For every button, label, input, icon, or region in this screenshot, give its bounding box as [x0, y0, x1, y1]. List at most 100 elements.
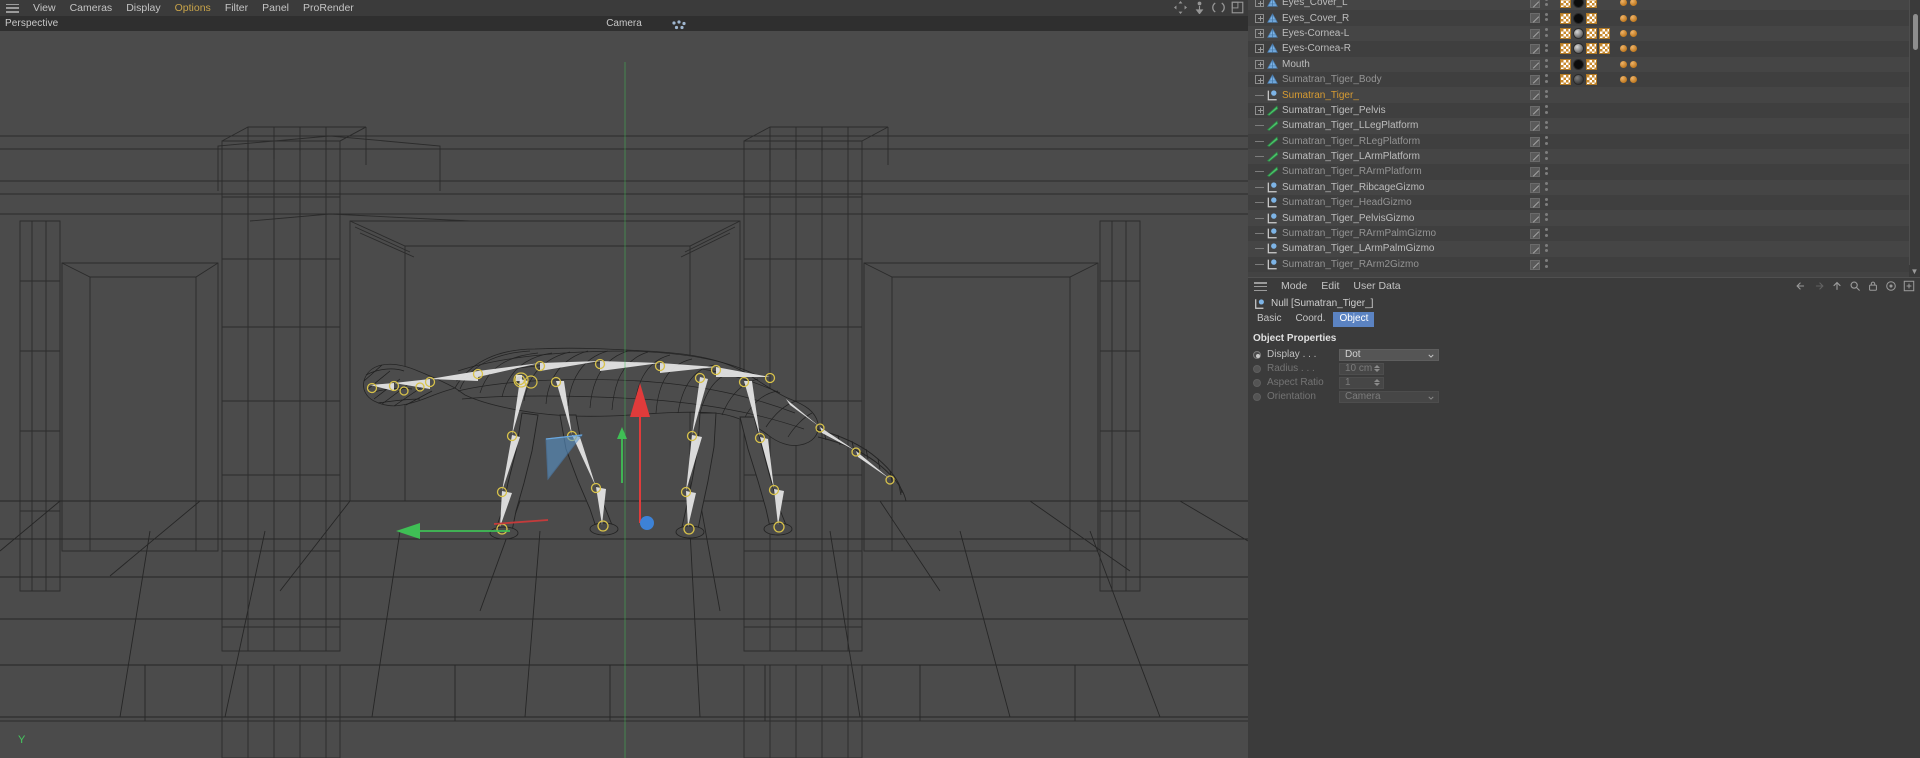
object-row[interactable]: Sumatran_Tiger_LArmPalmGizmo	[1248, 241, 1920, 257]
object-row[interactable]: Sumatran_Tiger_RArm2Gizmo	[1248, 256, 1920, 273]
object-enable-checkbox[interactable]	[1530, 13, 1540, 24]
object-enable-checkbox[interactable]	[1530, 121, 1540, 132]
object-manager-scroll-down-arrow[interactable]: ▼	[1909, 265, 1920, 277]
material-tag-icon[interactable]	[1573, 0, 1584, 9]
am-menu-user-data[interactable]: User Data	[1346, 278, 1407, 295]
selection-tag-icon[interactable]	[1630, 76, 1637, 84]
visibility-dots[interactable]	[1545, 243, 1548, 253]
object-row[interactable]: Eyes_Cover_L	[1248, 0, 1920, 11]
menu-item-display[interactable]: Display	[119, 0, 167, 16]
visibility-dots[interactable]	[1545, 136, 1548, 145]
object-row[interactable]: Eyes-Cornea-R	[1248, 41, 1920, 57]
expander-toggle[interactable]	[1250, 26, 1264, 41]
object-row[interactable]: Sumatran_Tiger_	[1248, 87, 1920, 103]
object-row[interactable]: Sumatran_Tiger_RArmPlatform	[1248, 164, 1920, 180]
display-animate-dot[interactable]	[1253, 350, 1261, 359]
object-row[interactable]: Mouth	[1248, 56, 1920, 72]
visibility-dots[interactable]	[1545, 151, 1548, 160]
am-menu-edit[interactable]: Edit	[1314, 278, 1346, 295]
aspect-ratio-input[interactable]: 1	[1339, 376, 1384, 389]
texture-tag-icon[interactable]	[1560, 58, 1571, 70]
object-row[interactable]: Eyes_Cover_R	[1248, 10, 1920, 26]
object-manager[interactable]: Eyes_Cover_L Eyes_Cover_R Eyes-Cornea-L Eye…	[1248, 0, 1920, 277]
material-tag-icon[interactable]	[1573, 27, 1584, 39]
object-enable-checkbox[interactable]	[1530, 74, 1540, 85]
texture-tag-icon[interactable]	[1586, 0, 1597, 9]
object-manager-scroll-thumb[interactable]	[1913, 14, 1918, 50]
selection-tag-icon[interactable]	[1630, 29, 1637, 37]
visibility-dots[interactable]	[1545, 182, 1548, 191]
selection-tag-icon[interactable]	[1620, 60, 1627, 68]
back-arrow-icon[interactable]	[1795, 280, 1807, 292]
object-row[interactable]: Sumatran_Tiger_LLegPlatform	[1248, 118, 1920, 134]
material-tag-icon[interactable]	[1573, 12, 1584, 24]
target-icon[interactable]	[1885, 280, 1897, 292]
radius-animate-dot[interactable]	[1253, 364, 1261, 373]
visibility-dots[interactable]	[1545, 12, 1548, 22]
visibility-dots[interactable]	[1545, 259, 1548, 268]
aspect-ratio-stepper[interactable]	[1374, 378, 1380, 386]
object-enable-checkbox[interactable]	[1530, 28, 1540, 39]
visibility-dots[interactable]	[1545, 89, 1548, 99]
object-enable-checkbox[interactable]	[1530, 151, 1540, 162]
selection-tag-icon[interactable]	[1620, 14, 1627, 22]
visibility-dots[interactable]	[1545, 59, 1548, 68]
display-select[interactable]: Dot	[1339, 348, 1439, 361]
menu-item-panel[interactable]: Panel	[255, 0, 296, 16]
tab-coord[interactable]: Coord.	[1289, 312, 1331, 327]
new-panel-icon[interactable]	[1903, 280, 1915, 292]
object-row[interactable]: Eyes-Cornea-L	[1248, 25, 1920, 42]
object-row[interactable]: Sumatran_Tiger_RibcageGizmo	[1248, 179, 1920, 196]
radius-stepper[interactable]	[1374, 364, 1380, 372]
visibility-dots[interactable]	[1545, 166, 1548, 176]
menu-item-options[interactable]: Options	[168, 0, 218, 16]
hamburger-menu-icon[interactable]	[6, 3, 19, 13]
object-enable-checkbox[interactable]	[1530, 244, 1540, 255]
menu-item-filter[interactable]: Filter	[218, 0, 255, 16]
object-row[interactable]: Sumatran_Tiger_Body	[1248, 71, 1920, 88]
object-row[interactable]: Sumatran_Tiger_RLegPlatform	[1248, 133, 1920, 149]
search-icon[interactable]	[1849, 280, 1861, 292]
orientation-select[interactable]: Camera	[1339, 390, 1439, 403]
visibility-dots[interactable]	[1545, 74, 1548, 83]
object-enable-checkbox[interactable]	[1530, 198, 1540, 209]
texture-tag-icon[interactable]	[1586, 27, 1597, 39]
object-enable-checkbox[interactable]	[1530, 182, 1540, 193]
object-row[interactable]: Sumatran_Tiger_HeadGizmo	[1248, 195, 1920, 211]
texture-tag-icon[interactable]	[1560, 0, 1571, 9]
texture-tag-icon[interactable]	[1586, 58, 1597, 70]
dolly-icon[interactable]	[1193, 1, 1206, 14]
selection-tag-icon[interactable]	[1620, 76, 1627, 84]
expander-toggle[interactable]	[1250, 0, 1264, 10]
visibility-dots[interactable]	[1545, 212, 1548, 222]
object-row[interactable]: Sumatran_Tiger_Pelvis	[1248, 102, 1920, 119]
object-enable-checkbox[interactable]	[1530, 0, 1540, 8]
texture-tag-icon[interactable]	[1560, 74, 1571, 86]
menu-item-view[interactable]: View	[26, 0, 63, 16]
tab-object[interactable]: Object	[1333, 312, 1375, 327]
object-enable-checkbox[interactable]	[1530, 259, 1540, 270]
object-enable-checkbox[interactable]	[1530, 213, 1540, 224]
object-enable-checkbox[interactable]	[1530, 105, 1540, 116]
expander-toggle[interactable]	[1250, 72, 1264, 87]
selection-tag-icon[interactable]	[1620, 0, 1627, 7]
expander-toggle[interactable]	[1250, 57, 1264, 72]
selection-tag-icon[interactable]	[1630, 0, 1637, 7]
visibility-dots[interactable]	[1545, 120, 1548, 130]
tab-basic[interactable]: Basic	[1251, 312, 1287, 327]
selection-tag-icon[interactable]	[1620, 45, 1627, 53]
forward-arrow-icon[interactable]	[1813, 280, 1825, 292]
material-tag-icon[interactable]	[1573, 43, 1584, 55]
visibility-dots[interactable]	[1545, 228, 1548, 237]
object-row[interactable]: Sumatran_Tiger_PelvisGizmo	[1248, 210, 1920, 226]
visibility-dots[interactable]	[1545, 105, 1548, 114]
am-menu-mode[interactable]: Mode	[1274, 278, 1314, 295]
object-row[interactable]: Sumatran_Tiger_LArmPlatform	[1248, 148, 1920, 165]
menu-item-prorender[interactable]: ProRender	[296, 0, 361, 16]
viewport-3d-canvas[interactable]: Y	[0, 31, 1248, 758]
aspect-ratio-animate-dot[interactable]	[1253, 378, 1261, 387]
pan-icon[interactable]	[1174, 1, 1187, 14]
maximize-icon[interactable]	[1231, 1, 1244, 14]
selection-tag-icon[interactable]	[1630, 14, 1637, 22]
texture-tag-icon[interactable]	[1599, 43, 1610, 55]
